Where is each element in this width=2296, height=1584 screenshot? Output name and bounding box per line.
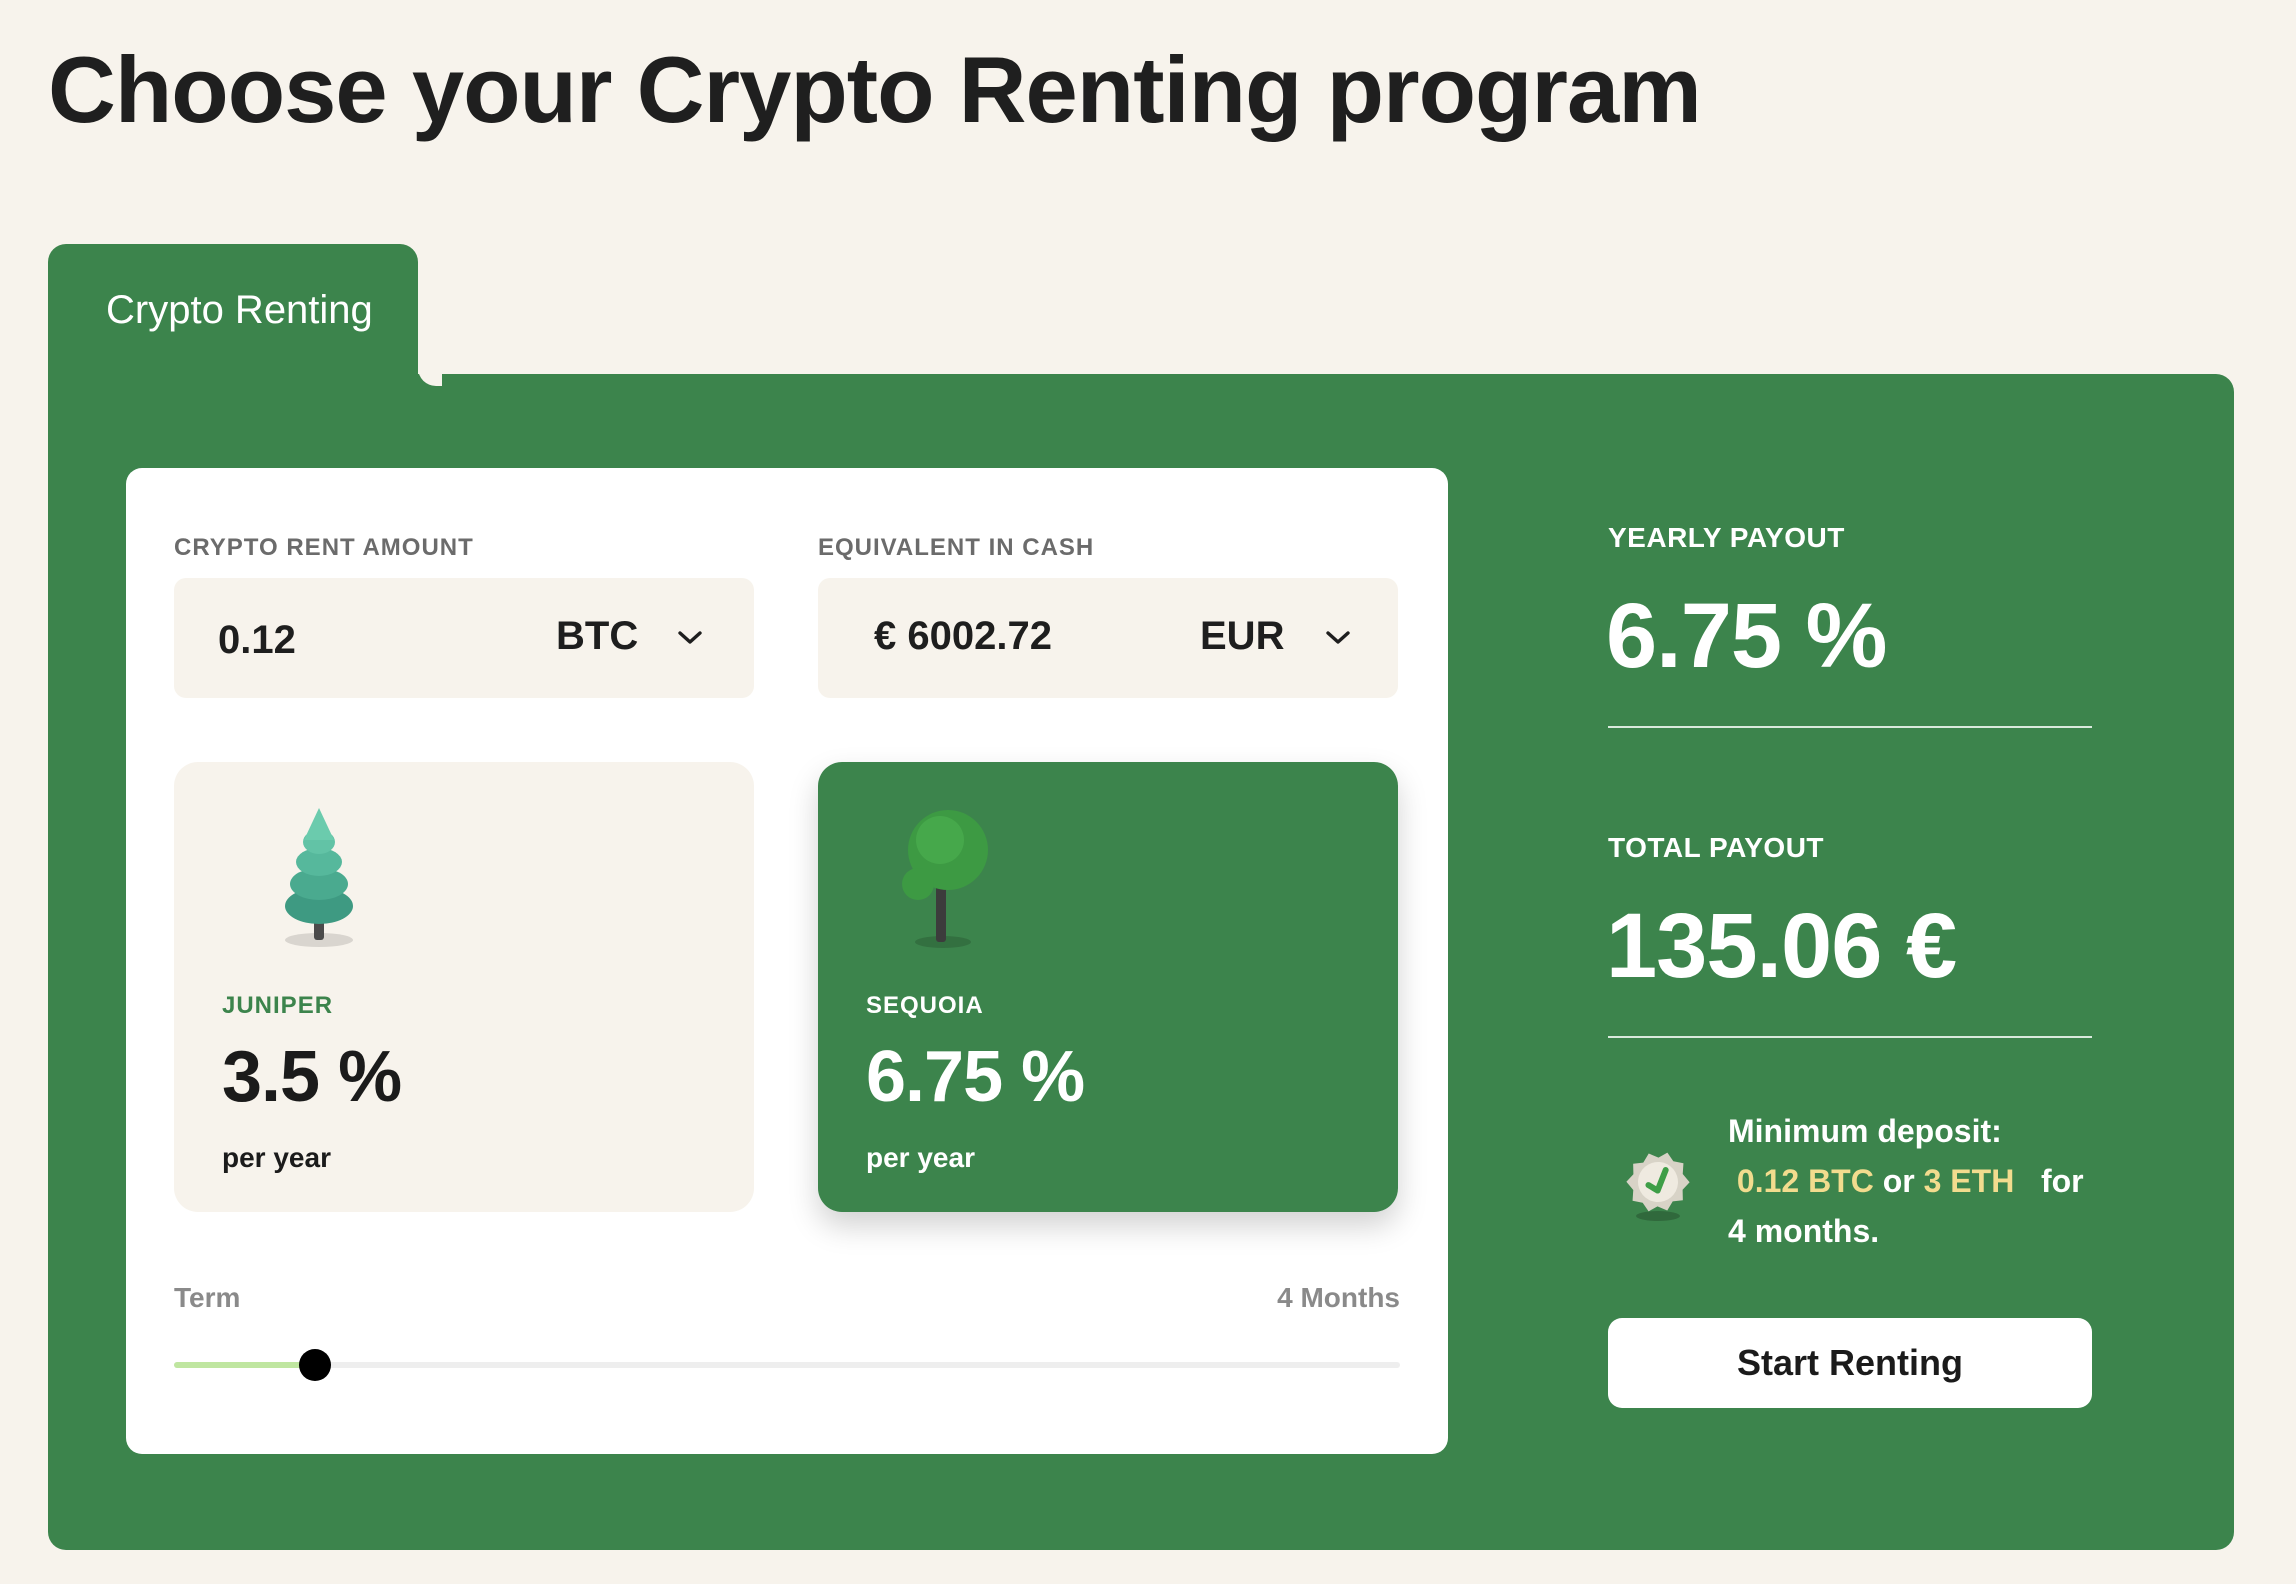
plan-card-sequoia[interactable]: SEQUOIA 6.75 % per year [818,762,1398,1212]
plan-card-juniper[interactable]: JUNIPER 3.5 % per year [174,762,754,1212]
calculator-card: CRYPTO RENT AMOUNT 0.12 BTC EQUIVALENT I… [126,468,1448,1454]
min-deposit-or: or [1882,1163,1915,1199]
verified-badge-icon [1622,1144,1694,1224]
plan-period: per year [222,1142,331,1173]
plan-rate: 6.75 % [866,1037,1085,1117]
divider [1608,1036,2092,1038]
plan-name: JUNIPER [222,992,334,1019]
term-label: Term [174,1282,241,1313]
chevron-down-icon[interactable] [1318,618,1358,658]
crypto-currency-select[interactable]: BTC [556,614,638,659]
cash-equivalent-label: EQUIVALENT IN CASH [818,534,1095,561]
term-value: 4 Months [1277,1282,1400,1313]
term-slider[interactable] [174,1349,1400,1381]
cash-equivalent-field: € 6002.72 EUR [818,578,1398,698]
rent-amount-input[interactable]: 0.12 [218,618,296,663]
plan-rate: 3.5 % [222,1037,402,1117]
rent-amount-field: 0.12 BTC [174,578,754,698]
divider [1608,726,2092,728]
minimum-deposit-note: Minimum deposit: 0.12 BTC or 3 ETH for 4… [1728,1106,2108,1256]
tab-label: Crypto Renting [106,288,373,332]
min-deposit-btc: 0.12 BTC [1736,1163,1874,1199]
page-title: Choose your Crypto Renting program [48,37,1702,142]
cash-equivalent-input[interactable]: € 6002.72 [874,614,1052,659]
yearly-payout-label: YEARLY PAYOUT [1608,522,1845,553]
rent-amount-label: CRYPTO RENT AMOUNT [174,534,474,561]
yearly-payout-value: 6.75 % [1606,585,1887,687]
total-payout-value: 135.06 € [1606,895,1957,997]
min-deposit-duration: 4 months. [1728,1213,1880,1249]
term-slider-fill [174,1362,315,1368]
plan-name: SEQUOIA [866,992,984,1019]
total-payout-label: TOTAL PAYOUT [1608,832,1825,863]
start-renting-button[interactable]: Start Renting [1608,1318,2092,1408]
fiat-currency-select[interactable]: EUR [1200,614,1284,659]
chevron-down-icon[interactable] [670,618,710,658]
term-slider-handle[interactable] [298,1349,331,1381]
min-deposit-for: for [2040,1163,2084,1199]
min-deposit-intro: Minimum deposit: [1728,1113,2002,1149]
tab-crypto-renting[interactable]: Crypto Renting [48,244,418,384]
round-tree-icon [888,802,998,952]
plan-period: per year [866,1142,975,1173]
pine-tree-icon [264,802,374,952]
min-deposit-eth: 3 ETH [1923,1163,2015,1199]
